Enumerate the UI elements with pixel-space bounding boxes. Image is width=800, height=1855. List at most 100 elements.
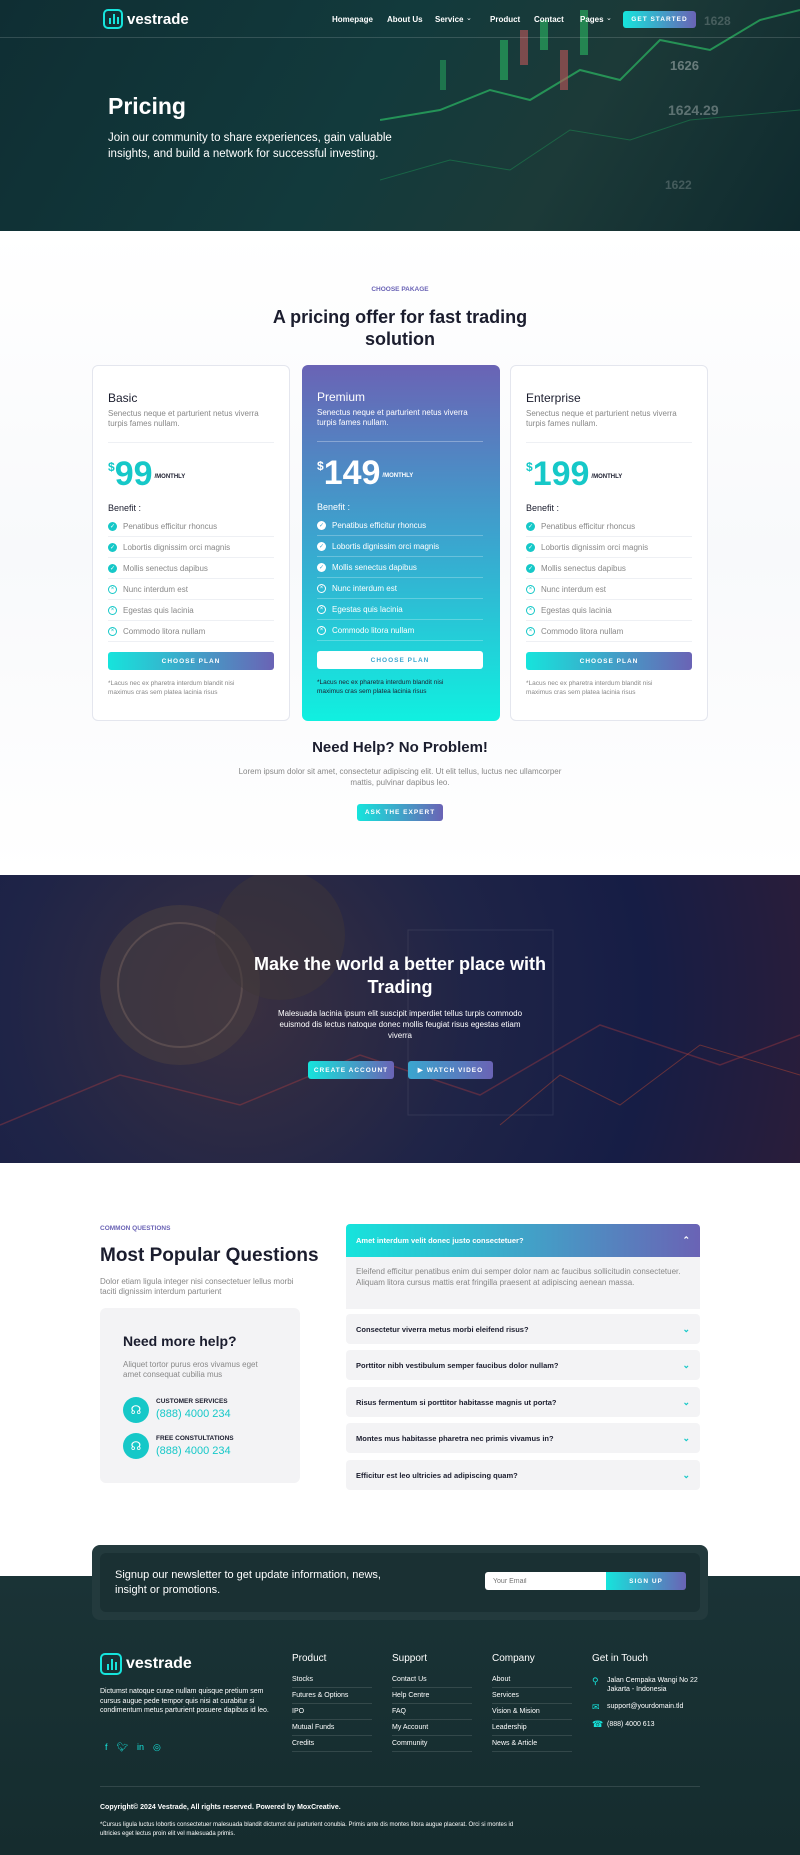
watch-video-button[interactable]: ▶ WATCH VIDEO <box>408 1061 493 1079</box>
chevron-down-icon: ⌄ <box>682 1469 690 1480</box>
divider <box>526 442 692 443</box>
faq-item[interactable]: Consectetur viverra metus morbi eleifend… <box>346 1314 700 1344</box>
plan-feature: × Egestas quis lacinia <box>526 600 692 621</box>
sign-up-button[interactable]: SIGN UP <box>606 1572 686 1590</box>
price-amount: 99 <box>114 455 153 493</box>
ticker-value: 1624.29 <box>668 102 719 118</box>
x-icon: × <box>108 605 117 615</box>
faq-item[interactable]: Montes mus habitasse pharetra nec primis… <box>346 1423 700 1453</box>
x-icon: × <box>526 605 535 615</box>
logo-icon <box>103 9 123 29</box>
get-started-button[interactable]: GET STARTED <box>623 11 696 28</box>
feature-label: Nunc interdum est <box>123 584 188 594</box>
nav-contact[interactable]: Contact <box>534 15 564 24</box>
footer-link[interactable]: Services <box>492 1688 572 1704</box>
price-period: /MONTHLY <box>154 474 186 480</box>
benefit-heading: Benefit : <box>317 502 351 512</box>
check-icon: ✓ <box>317 541 326 551</box>
contact-title: Get in Touch <box>592 1653 648 1664</box>
nav-service[interactable]: Service <box>435 15 463 24</box>
feature-label: Mollis senectus dapibus <box>123 563 208 573</box>
watch-video-label: WATCH VIDEO <box>426 1066 484 1074</box>
linkedin-icon[interactable]: in <box>137 1742 144 1753</box>
footer-link[interactable]: FAQ <box>392 1704 472 1720</box>
chevron-up-icon: ⌃ <box>682 1235 690 1245</box>
footer-link[interactable]: Vision & Mision <box>492 1704 572 1720</box>
nav-homepage[interactable]: Homepage <box>332 15 373 24</box>
logo[interactable]: vestrade <box>103 9 189 29</box>
email-input[interactable] <box>485 1572 607 1590</box>
benefit-heading: Benefit : <box>108 503 142 513</box>
feature-label: Mollis senectus dapibus <box>332 562 417 572</box>
footer-logo[interactable]: vestrade <box>100 1653 192 1675</box>
chevron-down-icon: ⌄ <box>682 1396 690 1407</box>
footer-link[interactable]: About <box>492 1672 572 1688</box>
instagram-icon[interactable]: ◎ <box>153 1742 161 1753</box>
faq-item[interactable]: Efficitur est leo ultricies ad adipiscin… <box>346 1460 700 1490</box>
feature-label: Penatibus efficitur rhoncus <box>123 521 218 531</box>
check-icon: ✓ <box>108 521 117 531</box>
footer-link[interactable]: Stocks <box>292 1672 372 1688</box>
plan-feature: × Commodo litora nullam <box>526 621 692 642</box>
facebook-icon[interactable]: f <box>105 1742 108 1753</box>
faq-item[interactable]: Porttitor nibh vestibulum semper faucibu… <box>346 1350 700 1380</box>
chevron-down-icon: ⌄ <box>682 1323 690 1334</box>
plan-name: Premium <box>317 390 366 404</box>
x-icon: × <box>526 584 535 594</box>
feature-label: Commodo litora nullam <box>541 626 624 636</box>
footer-about: Dictumst natoque curae nullam quisque pr… <box>100 1688 269 1714</box>
mail-icon: ✉ <box>592 1702 600 1712</box>
feature-label: Nunc interdum est <box>541 584 606 594</box>
plan-feature: × Commodo litora nullam <box>317 620 483 641</box>
footer-link[interactable]: Futures & Options <box>292 1688 372 1704</box>
footer-column: Support Contact Us Help Centre FAQ My Accoun… <box>392 1653 472 1752</box>
plan-desc: Senectus neque et parturient netus viver… <box>108 409 259 428</box>
faq-question: Consectetur viverra metus morbi eleifend… <box>356 1324 529 1334</box>
footer-link[interactable]: Leadership <box>492 1720 572 1736</box>
page-title: Pricing <box>108 93 186 119</box>
divider <box>108 442 274 443</box>
footer-link[interactable]: News & Article <box>492 1736 572 1752</box>
faq-item-open[interactable]: Amet interdum velit donec justo consecte… <box>346 1224 700 1257</box>
footer-link[interactable]: My Account <box>392 1720 472 1736</box>
faq-eyebrow: COMMON QUESTIONS <box>100 1225 171 1232</box>
footer-phone[interactable]: (888) 4000 613 <box>607 1721 654 1728</box>
footer-link[interactable]: Help Centre <box>392 1688 472 1704</box>
choose-plan-button[interactable]: CHOOSE PLAN <box>526 652 692 670</box>
nav-pages[interactable]: Pages <box>580 15 604 24</box>
help-title: Need Help? No Problem! <box>312 739 488 756</box>
copyright: Copyright© 2024 Vestrade, All rights res… <box>100 1804 341 1811</box>
ask-expert-button[interactable]: ASK THE EXPERT <box>357 804 443 821</box>
contact-label: CUSTOMER SERVICES <box>156 1398 228 1405</box>
plan-desc: Senectus neque et parturient netus viver… <box>526 409 677 428</box>
cta-title: Make the world a better place with Tradi… <box>253 954 547 997</box>
contact-phone[interactable]: (888) 4000 234 <box>156 1445 231 1457</box>
plan-feature: ✓ Penatibus efficitur rhoncus <box>317 515 483 536</box>
help-card-title: Need more help? <box>123 1333 237 1349</box>
footer-link[interactable]: Community <box>392 1736 472 1752</box>
price-currency: $ <box>317 459 324 473</box>
logo-text: vestrade <box>126 1655 192 1672</box>
nav-about[interactable]: About Us <box>387 15 423 24</box>
choose-plan-button[interactable]: CHOOSE PLAN <box>108 652 274 670</box>
footer-email[interactable]: support@yourdomain.tld <box>607 1703 683 1710</box>
hero-section: 1626 1624.29 1622 1628 vestrade Homepage… <box>0 0 800 231</box>
faq-item[interactable]: Risus fermentum si porttitor habitasse m… <box>346 1387 700 1417</box>
footer-link[interactable]: IPO <box>292 1704 372 1720</box>
choose-plan-button[interactable]: CHOOSE PLAN <box>317 651 483 669</box>
price-period: /MONTHLY <box>591 474 623 480</box>
plan-price: $ 149 /MONTHLY <box>317 455 413 491</box>
footer-link[interactable]: Contact Us <box>392 1672 472 1688</box>
contact-phone[interactable]: (888) 4000 234 <box>156 1408 231 1420</box>
plan-feature: × Nunc interdum est <box>526 579 692 600</box>
faq-title: Most Popular Questions <box>100 1245 319 1266</box>
feature-label: Commodo litora nullam <box>123 626 206 636</box>
nav-product[interactable]: Product <box>490 15 520 24</box>
footer-link[interactable]: Credits <box>292 1736 372 1752</box>
footer-column-title: Product <box>292 1653 327 1664</box>
footer-link[interactable]: Mutual Funds <box>292 1720 372 1736</box>
chevron-down-icon: ⌄ <box>682 1432 690 1443</box>
twitter-icon[interactable]: 🐦︎ <box>117 1742 128 1753</box>
footer-column: Company About Services Vision & Mision Leade… <box>492 1653 572 1752</box>
create-account-button[interactable]: CREATE ACCOUNT <box>308 1061 394 1079</box>
